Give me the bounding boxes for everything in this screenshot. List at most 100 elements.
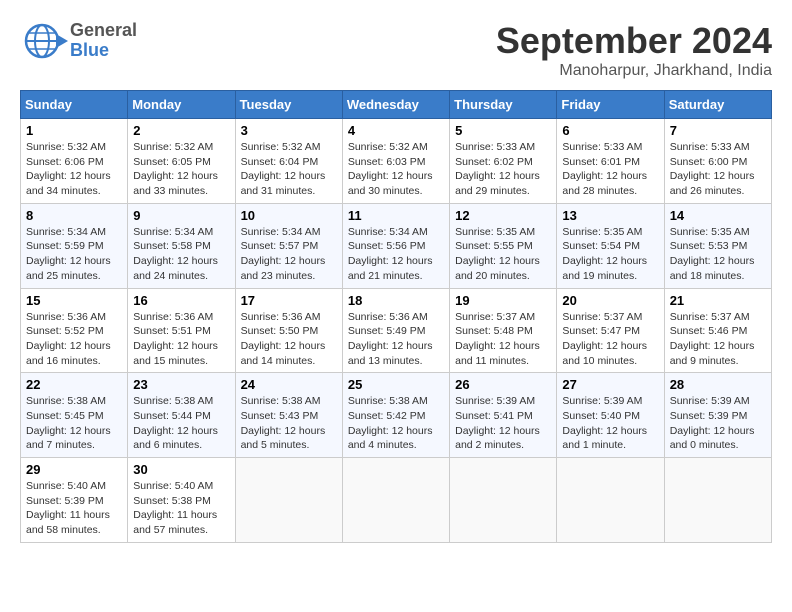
day-info: Sunrise: 5:37 AM Sunset: 5:47 PM Dayligh… xyxy=(562,310,658,369)
calendar-cell: 18 Sunrise: 5:36 AM Sunset: 5:49 PM Dayli… xyxy=(342,288,449,373)
day-info: Sunrise: 5:38 AM Sunset: 5:44 PM Dayligh… xyxy=(133,394,229,453)
calendar-cell: 24 Sunrise: 5:38 AM Sunset: 5:43 PM Dayli… xyxy=(235,373,342,458)
day-number: 11 xyxy=(348,208,444,223)
calendar-cell: 28 Sunrise: 5:39 AM Sunset: 5:39 PM Dayli… xyxy=(664,373,771,458)
day-info: Sunrise: 5:38 AM Sunset: 5:45 PM Dayligh… xyxy=(26,394,122,453)
calendar-cell: 20 Sunrise: 5:37 AM Sunset: 5:47 PM Dayli… xyxy=(557,288,664,373)
day-number: 24 xyxy=(241,377,337,392)
day-info: Sunrise: 5:36 AM Sunset: 5:49 PM Dayligh… xyxy=(348,310,444,369)
calendar-cell xyxy=(557,458,664,543)
calendar-cell: 13 Sunrise: 5:35 AM Sunset: 5:54 PM Dayli… xyxy=(557,203,664,288)
day-number: 25 xyxy=(348,377,444,392)
day-number: 1 xyxy=(26,123,122,138)
day-of-week-header: Thursday xyxy=(450,91,557,119)
day-number: 17 xyxy=(241,293,337,308)
calendar-cell: 29Sunrise: 5:40 AM Sunset: 5:39 PM Dayli… xyxy=(21,458,128,543)
day-number: 7 xyxy=(670,123,766,138)
day-info: Sunrise: 5:36 AM Sunset: 5:50 PM Dayligh… xyxy=(241,310,337,369)
day-info: Sunrise: 5:33 AM Sunset: 6:01 PM Dayligh… xyxy=(562,140,658,199)
day-number: 8 xyxy=(26,208,122,223)
calendar-cell xyxy=(450,458,557,543)
day-info: Sunrise: 5:32 AM Sunset: 6:05 PM Dayligh… xyxy=(133,140,229,199)
calendar-cell: 11Sunrise: 5:34 AM Sunset: 5:56 PM Dayli… xyxy=(342,203,449,288)
day-of-week-header: Tuesday xyxy=(235,91,342,119)
day-number: 20 xyxy=(562,293,658,308)
day-number: 2 xyxy=(133,123,229,138)
day-number: 3 xyxy=(241,123,337,138)
day-number: 18 xyxy=(348,293,444,308)
day-info: Sunrise: 5:32 AM Sunset: 6:06 PM Dayligh… xyxy=(26,140,122,199)
calendar-cell: 30 Sunrise: 5:40 AM Sunset: 5:38 PM Dayli… xyxy=(128,458,235,543)
calendar: SundayMondayTuesdayWednesdayThursdayFrid… xyxy=(20,90,772,543)
calendar-cell xyxy=(342,458,449,543)
day-info: Sunrise: 5:34 AM Sunset: 5:57 PM Dayligh… xyxy=(241,225,337,284)
calendar-cell: 17 Sunrise: 5:36 AM Sunset: 5:50 PM Dayli… xyxy=(235,288,342,373)
day-number: 27 xyxy=(562,377,658,392)
calendar-cell: 16 Sunrise: 5:36 AM Sunset: 5:51 PM Dayli… xyxy=(128,288,235,373)
calendar-cell: 22 Sunrise: 5:38 AM Sunset: 5:45 PM Dayli… xyxy=(21,373,128,458)
day-number: 22 xyxy=(26,377,122,392)
day-info: Sunrise: 5:37 AM Sunset: 5:46 PM Dayligh… xyxy=(670,310,766,369)
calendar-cell: 25 Sunrise: 5:38 AM Sunset: 5:42 PM Dayli… xyxy=(342,373,449,458)
day-number: 10 xyxy=(241,208,337,223)
logo: General Blue xyxy=(20,20,137,62)
day-info: Sunrise: 5:34 AM Sunset: 5:58 PM Dayligh… xyxy=(133,225,229,284)
location-title: Manoharpur, Jharkhand, India xyxy=(496,62,772,80)
day-number: 19 xyxy=(455,293,551,308)
day-info: Sunrise: 5:38 AM Sunset: 5:43 PM Dayligh… xyxy=(241,394,337,453)
day-number: 16 xyxy=(133,293,229,308)
day-info: Sunrise: 5:39 AM Sunset: 5:39 PM Dayligh… xyxy=(670,394,766,453)
title-block: September 2024 Manoharpur, Jharkhand, In… xyxy=(496,20,772,80)
day-number: 30 xyxy=(133,462,229,477)
day-number: 26 xyxy=(455,377,551,392)
day-info: Sunrise: 5:39 AM Sunset: 5:41 PM Dayligh… xyxy=(455,394,551,453)
day-number: 13 xyxy=(562,208,658,223)
day-number: 14 xyxy=(670,208,766,223)
day-info: Sunrise: 5:33 AM Sunset: 6:02 PM Dayligh… xyxy=(455,140,551,199)
calendar-cell: 1 Sunrise: 5:32 AM Sunset: 6:06 PM Daylig… xyxy=(21,119,128,204)
calendar-cell: 23 Sunrise: 5:38 AM Sunset: 5:44 PM Dayli… xyxy=(128,373,235,458)
day-of-week-header: Monday xyxy=(128,91,235,119)
day-of-week-header: Friday xyxy=(557,91,664,119)
day-info: Sunrise: 5:36 AM Sunset: 5:52 PM Dayligh… xyxy=(26,310,122,369)
calendar-cell: 15 Sunrise: 5:36 AM Sunset: 5:52 PM Dayli… xyxy=(21,288,128,373)
day-info: Sunrise: 5:35 AM Sunset: 5:53 PM Dayligh… xyxy=(670,225,766,284)
day-of-week-header: Wednesday xyxy=(342,91,449,119)
calendar-cell: 6 Sunrise: 5:33 AM Sunset: 6:01 PM Daylig… xyxy=(557,119,664,204)
calendar-cell: 2 Sunrise: 5:32 AM Sunset: 6:05 PM Daylig… xyxy=(128,119,235,204)
calendar-cell: 8 Sunrise: 5:34 AM Sunset: 5:59 PM Daylig… xyxy=(21,203,128,288)
day-number: 23 xyxy=(133,377,229,392)
calendar-cell xyxy=(664,458,771,543)
calendar-cell: 19Sunrise: 5:37 AM Sunset: 5:48 PM Dayli… xyxy=(450,288,557,373)
day-of-week-header: Saturday xyxy=(664,91,771,119)
day-number: 4 xyxy=(348,123,444,138)
day-info: Sunrise: 5:40 AM Sunset: 5:38 PM Dayligh… xyxy=(133,479,229,538)
day-number: 15 xyxy=(26,293,122,308)
day-info: Sunrise: 5:39 AM Sunset: 5:40 PM Dayligh… xyxy=(562,394,658,453)
calendar-cell: 5 Sunrise: 5:33 AM Sunset: 6:02 PM Daylig… xyxy=(450,119,557,204)
day-info: Sunrise: 5:32 AM Sunset: 6:03 PM Dayligh… xyxy=(348,140,444,199)
day-number: 6 xyxy=(562,123,658,138)
day-info: Sunrise: 5:40 AM Sunset: 5:39 PM Dayligh… xyxy=(26,479,122,538)
day-info: Sunrise: 5:35 AM Sunset: 5:54 PM Dayligh… xyxy=(562,225,658,284)
calendar-cell xyxy=(235,458,342,543)
day-number: 28 xyxy=(670,377,766,392)
day-info: Sunrise: 5:35 AM Sunset: 5:55 PM Dayligh… xyxy=(455,225,551,284)
day-info: Sunrise: 5:34 AM Sunset: 5:59 PM Dayligh… xyxy=(26,225,122,284)
calendar-cell: 27 Sunrise: 5:39 AM Sunset: 5:40 PM Dayli… xyxy=(557,373,664,458)
calendar-cell: 3 Sunrise: 5:32 AM Sunset: 6:04 PM Daylig… xyxy=(235,119,342,204)
calendar-cell: 7Sunrise: 5:33 AM Sunset: 6:00 PM Daylig… xyxy=(664,119,771,204)
day-number: 12 xyxy=(455,208,551,223)
day-number: 9 xyxy=(133,208,229,223)
day-info: Sunrise: 5:32 AM Sunset: 6:04 PM Dayligh… xyxy=(241,140,337,199)
calendar-cell: 10 Sunrise: 5:34 AM Sunset: 5:57 PM Dayli… xyxy=(235,203,342,288)
calendar-cell: 21 Sunrise: 5:37 AM Sunset: 5:46 PM Dayli… xyxy=(664,288,771,373)
day-number: 5 xyxy=(455,123,551,138)
day-info: Sunrise: 5:38 AM Sunset: 5:42 PM Dayligh… xyxy=(348,394,444,453)
day-number: 21 xyxy=(670,293,766,308)
calendar-cell: 9 Sunrise: 5:34 AM Sunset: 5:58 PM Daylig… xyxy=(128,203,235,288)
calendar-cell: 14 Sunrise: 5:35 AM Sunset: 5:53 PM Dayli… xyxy=(664,203,771,288)
day-of-week-header: Sunday xyxy=(21,91,128,119)
day-info: Sunrise: 5:36 AM Sunset: 5:51 PM Dayligh… xyxy=(133,310,229,369)
calendar-cell: 4 Sunrise: 5:32 AM Sunset: 6:03 PM Daylig… xyxy=(342,119,449,204)
